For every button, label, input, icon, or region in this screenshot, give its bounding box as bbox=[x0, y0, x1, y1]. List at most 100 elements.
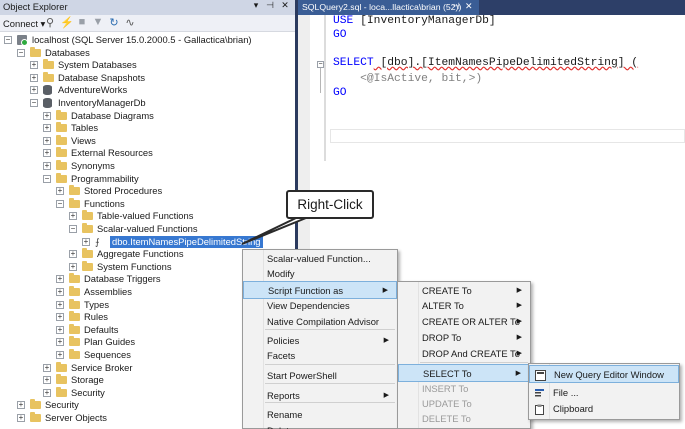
clipboard-icon bbox=[534, 403, 545, 415]
tree-node[interactable]: − InventoryManagerDb bbox=[0, 97, 295, 110]
tab-pin-icon[interactable]: ⊣ bbox=[452, 1, 460, 12]
tree-node[interactable]: − Programmability bbox=[0, 172, 295, 186]
menu-item[interactable]: DROP And CREATE To ▶ bbox=[398, 345, 530, 363]
menu-item: DELETE To bbox=[398, 410, 530, 428]
disconnect-icon[interactable]: ⚡ bbox=[60, 16, 74, 29]
menu-item[interactable]: Facets bbox=[243, 347, 397, 365]
tree-node-label: Aggregate Functions bbox=[97, 248, 184, 260]
folder-icon bbox=[56, 147, 67, 158]
expand-icon[interactable]: + bbox=[69, 250, 77, 259]
expand-icon[interactable]: + bbox=[56, 187, 64, 196]
tree-node-label: Views bbox=[71, 134, 96, 146]
menu-item[interactable]: Delete bbox=[243, 422, 397, 429]
expand-icon[interactable]: + bbox=[43, 111, 51, 120]
tree-node[interactable]: − Scalar-valued Functions bbox=[0, 223, 295, 236]
tab-sqlquery2[interactable]: SQLQuery2.sql - loca...llactica\brian (5… bbox=[298, 0, 479, 15]
tree-node[interactable]: + Database Snapshots bbox=[0, 71, 295, 85]
tree-node[interactable]: − Functions bbox=[0, 197, 295, 211]
collapse-icon[interactable]: − bbox=[17, 48, 25, 57]
folder-icon bbox=[56, 122, 67, 133]
tree-node[interactable]: − Databases bbox=[0, 46, 295, 60]
menu-item-label: Delete bbox=[267, 422, 294, 429]
folder-icon bbox=[56, 160, 67, 170]
collapse-icon[interactable]: − bbox=[43, 174, 51, 183]
tree-node[interactable]: + Views bbox=[0, 134, 295, 148]
code-keyword: SELECT bbox=[333, 57, 374, 69]
tree-node-label: Programmability bbox=[71, 172, 139, 184]
tree-node-label: Defaults bbox=[84, 323, 119, 335]
expand-icon[interactable]: + bbox=[56, 300, 64, 309]
tree-node[interactable]: + System Databases bbox=[0, 59, 295, 72]
menu-item-label: DROP And CREATE To bbox=[422, 348, 520, 359]
tree-node-label: Database Diagrams bbox=[71, 109, 154, 121]
folder-icon bbox=[69, 273, 80, 284]
expand-icon[interactable]: + bbox=[56, 275, 64, 284]
expand-icon[interactable]: + bbox=[30, 86, 38, 95]
tree-node-label: Rules bbox=[84, 311, 108, 323]
activity-icon[interactable]: ∿ bbox=[124, 16, 136, 29]
expand-icon[interactable]: + bbox=[43, 388, 51, 397]
expand-icon[interactable]: + bbox=[43, 363, 51, 372]
expand-icon[interactable]: + bbox=[17, 401, 25, 410]
outline-collapse-icon[interactable]: − bbox=[317, 61, 324, 68]
expand-icon[interactable]: + bbox=[43, 162, 51, 170]
expand-icon[interactable]: + bbox=[43, 136, 51, 145]
menu-item[interactable]: Clipboard bbox=[529, 400, 679, 418]
window-position-dropdown-icon[interactable]: ▾ bbox=[250, 0, 262, 11]
right-click-callout: Right-Click bbox=[286, 190, 374, 219]
expand-icon[interactable]: + bbox=[69, 262, 77, 271]
filter-icon[interactable]: ▼ bbox=[92, 16, 104, 28]
menu-separator bbox=[265, 364, 395, 365]
auto-hide-pin-icon[interactable]: ⊣ bbox=[264, 0, 276, 11]
code-line: SELECT [dbo].[ItemNamesPipeDelimitedStri… bbox=[333, 56, 638, 70]
outline-line bbox=[320, 68, 321, 93]
tab-close-icon[interactable]: ✕ bbox=[465, 1, 473, 12]
expand-icon[interactable]: + bbox=[69, 212, 77, 221]
object-explorer-title-bar: Object Explorer ▾ ⊣ ✕ bbox=[0, 0, 295, 15]
folder-icon bbox=[56, 361, 67, 372]
expand-icon[interactable]: + bbox=[43, 124, 51, 133]
expand-icon[interactable]: + bbox=[56, 313, 64, 322]
tree-node[interactable]: + Tables bbox=[0, 122, 295, 135]
tree-node-label: System Databases bbox=[58, 59, 137, 71]
tree-node[interactable]: + Synonyms bbox=[0, 160, 295, 173]
menu-item-label: DELETE To bbox=[422, 413, 471, 424]
collapse-icon[interactable]: − bbox=[56, 199, 64, 208]
tree-node-label: Tables bbox=[71, 122, 99, 134]
refresh-icon[interactable]: ↻ bbox=[108, 16, 120, 29]
tree-node[interactable]: − localhost (SQL Server 15.0.2000.5 - Gal… bbox=[0, 34, 295, 47]
menu-item[interactable]: New Query Editor Window bbox=[529, 365, 679, 383]
plug-icon[interactable]: ⚲ bbox=[44, 16, 56, 29]
tree-node-label: Databases bbox=[45, 46, 90, 58]
expand-icon[interactable]: + bbox=[56, 288, 64, 296]
tree-node-label: Storage bbox=[71, 374, 104, 386]
expand-icon[interactable]: + bbox=[56, 325, 64, 334]
expand-icon[interactable]: + bbox=[43, 376, 51, 385]
expand-icon[interactable]: + bbox=[56, 351, 64, 359]
tree-node-label: Database Snapshots bbox=[58, 71, 146, 83]
expand-icon[interactable]: + bbox=[43, 149, 51, 158]
code-text: [InventoryManagerDb] bbox=[353, 15, 496, 27]
tree-node-label: Assemblies bbox=[84, 286, 132, 297]
tree-node[interactable]: + Stored Procedures bbox=[0, 185, 295, 198]
folder-icon bbox=[56, 386, 67, 397]
collapse-icon[interactable]: − bbox=[30, 99, 38, 107]
stop-icon[interactable]: ■ bbox=[76, 16, 88, 28]
expand-icon[interactable]: + bbox=[82, 237, 90, 246]
collapse-icon[interactable]: − bbox=[4, 36, 12, 44]
expand-icon[interactable]: + bbox=[17, 414, 25, 422]
expand-icon[interactable]: + bbox=[30, 61, 38, 70]
tree-node[interactable]: + Database Diagrams bbox=[0, 109, 295, 123]
tree-node[interactable]: + External Resources bbox=[0, 147, 295, 160]
expand-icon[interactable]: + bbox=[30, 73, 38, 82]
expand-icon[interactable]: + bbox=[56, 338, 64, 347]
tree-node[interactable]: + AdventureWorks bbox=[0, 84, 295, 97]
close-icon[interactable]: ✕ bbox=[279, 0, 291, 11]
collapse-icon[interactable]: − bbox=[69, 225, 77, 233]
tree-node[interactable]: + ⨍ dbo.ItemNamesPipeDelimitedString bbox=[0, 235, 295, 249]
folder-icon bbox=[30, 412, 41, 422]
tree-node[interactable]: + Table-valued Functions bbox=[0, 210, 295, 223]
folder-icon bbox=[69, 349, 80, 359]
server-icon bbox=[17, 35, 28, 46]
connect-dropdown-button[interactable]: Connect ▾ bbox=[3, 18, 45, 30]
